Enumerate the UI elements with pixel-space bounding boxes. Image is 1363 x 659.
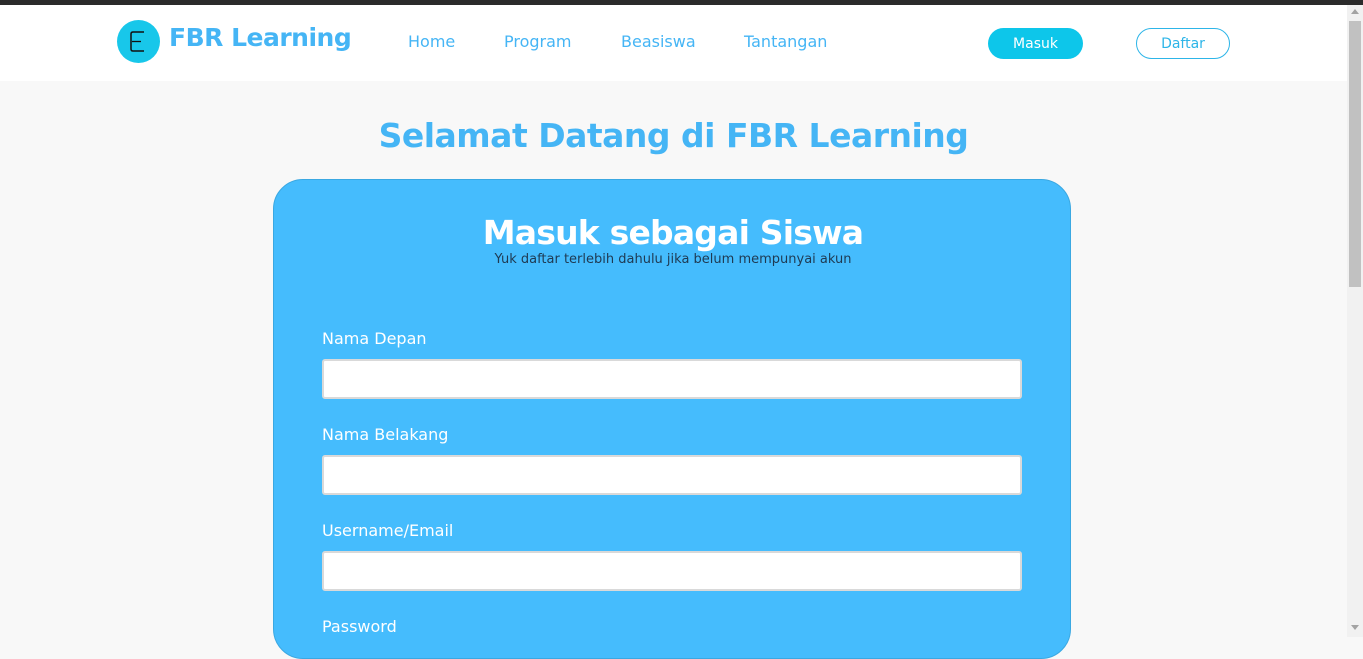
last-name-label: Nama Belakang	[322, 425, 449, 444]
password-label: Password	[322, 617, 397, 636]
form-title: Masuk sebagai Siswa	[482, 213, 864, 252]
register-button[interactable]: Daftar	[1136, 28, 1230, 59]
nav-tantangan[interactable]: Tantangan	[744, 32, 827, 51]
e-letter-icon	[130, 31, 144, 52]
page-title: Selamat Datang di FBR Learning	[378, 116, 969, 155]
form-subtitle: Yuk daftar terlebih dahulu jika belum me…	[494, 252, 852, 267]
first-name-label: Nama Depan	[322, 329, 427, 348]
scroll-thumb[interactable]	[1349, 21, 1361, 287]
username-email-label: Username/Email	[322, 521, 454, 540]
last-name-input[interactable]	[322, 455, 1022, 495]
nav-home[interactable]: Home	[408, 32, 455, 51]
nav-program[interactable]: Program	[504, 32, 572, 51]
scroll-up-arrow-icon[interactable]	[1351, 9, 1359, 14]
username-email-input[interactable]	[322, 551, 1022, 591]
navbar: FBR Learning Home Program Beasiswa Tanta…	[0, 5, 1347, 81]
logo[interactable]	[117, 20, 160, 63]
scroll-down-arrow-icon[interactable]	[1351, 625, 1359, 630]
first-name-input[interactable]	[322, 359, 1022, 399]
page-scrollbar[interactable]	[1347, 5, 1363, 637]
login-card: Masuk sebagai Siswa Yuk daftar terlebih …	[273, 179, 1071, 659]
brand-name[interactable]: FBR Learning	[169, 23, 352, 52]
login-button[interactable]: Masuk	[988, 28, 1083, 59]
nav-beasiswa[interactable]: Beasiswa	[621, 32, 696, 51]
